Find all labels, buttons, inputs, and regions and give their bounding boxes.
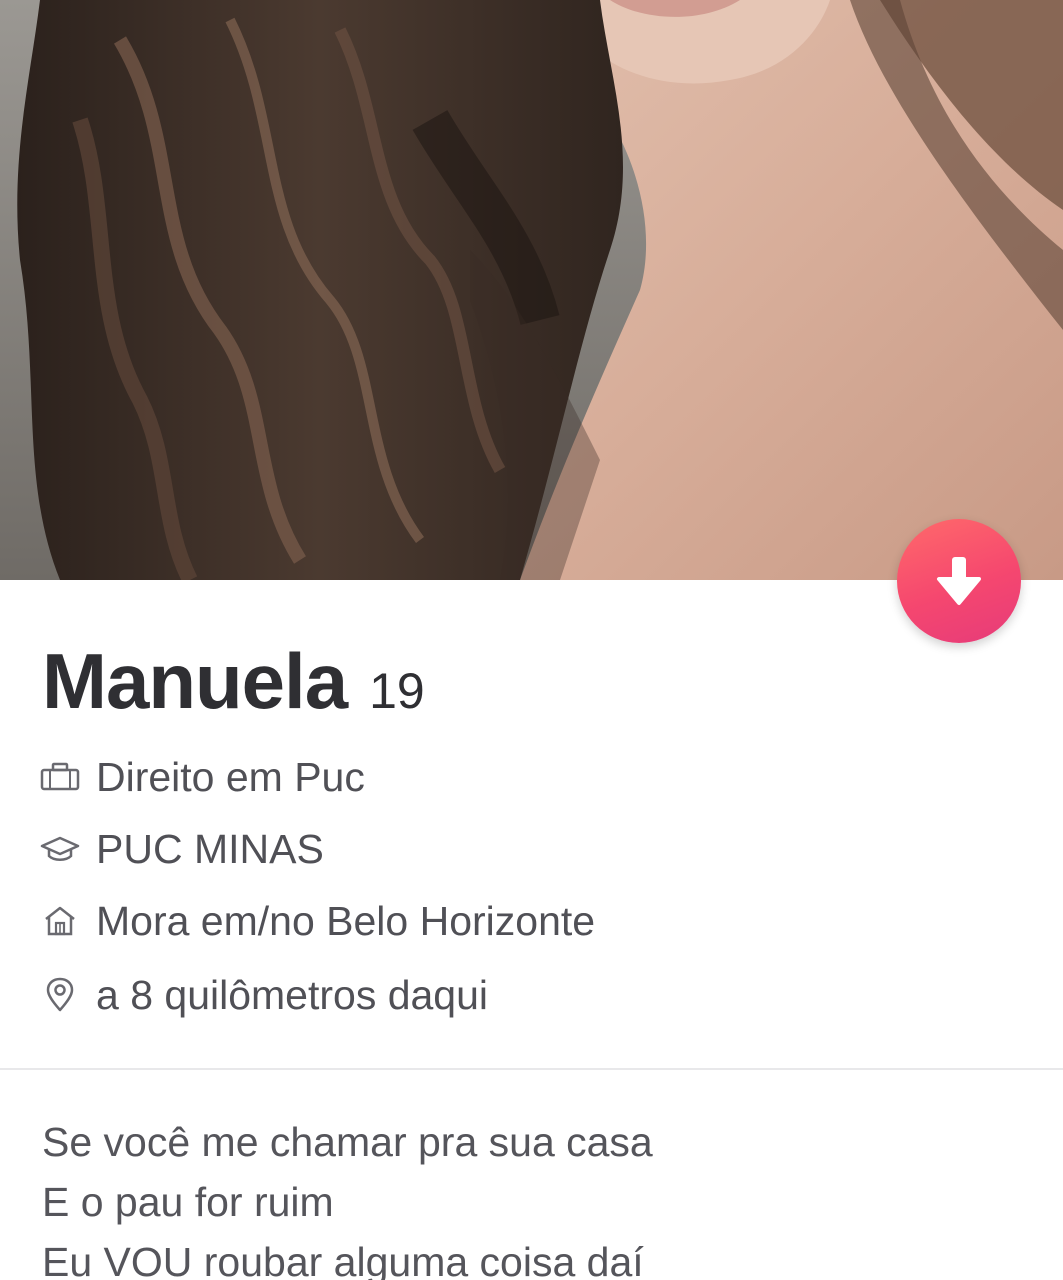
expand-profile-button[interactable] bbox=[897, 519, 1021, 643]
distance-row: a 8 quilômetros daqui bbox=[40, 968, 488, 1022]
profile-name: Manuela bbox=[42, 637, 348, 725]
section-divider bbox=[0, 1068, 1063, 1070]
distance-text: a 8 quilômetros daqui bbox=[96, 971, 489, 1018]
home-icon bbox=[40, 901, 84, 941]
bio-line: Eu VOU roubar alguma coisa daí bbox=[42, 1239, 644, 1280]
home-row: Mora em/no Belo Horizonte bbox=[40, 894, 595, 948]
home-text: Mora em/no Belo Horizonte bbox=[96, 897, 596, 944]
school-text: PUC MINAS bbox=[96, 825, 324, 872]
profile-age: 19 bbox=[369, 663, 425, 719]
bio-line: Se você me chamar pra sua casa bbox=[42, 1119, 653, 1165]
profile-card: Manuela 19 Direito em Puc PUC MINAS Mora… bbox=[0, 0, 1063, 1280]
arrow-down-icon bbox=[937, 557, 981, 605]
profile-bio: Se você me chamar pra sua casa E o pau f… bbox=[42, 1112, 1022, 1280]
profile-photo[interactable] bbox=[0, 0, 1063, 580]
bio-line: E o pau for ruim bbox=[42, 1179, 334, 1225]
briefcase-icon bbox=[40, 757, 84, 797]
location-pin-icon bbox=[40, 975, 84, 1015]
job-row: Direito em Puc bbox=[40, 750, 365, 804]
name-age-row: Manuela 19 bbox=[42, 636, 425, 727]
profile-photo-art bbox=[0, 0, 1063, 580]
job-text: Direito em Puc bbox=[96, 753, 365, 800]
graduation-cap-icon bbox=[40, 829, 84, 869]
school-row: PUC MINAS bbox=[40, 822, 324, 876]
